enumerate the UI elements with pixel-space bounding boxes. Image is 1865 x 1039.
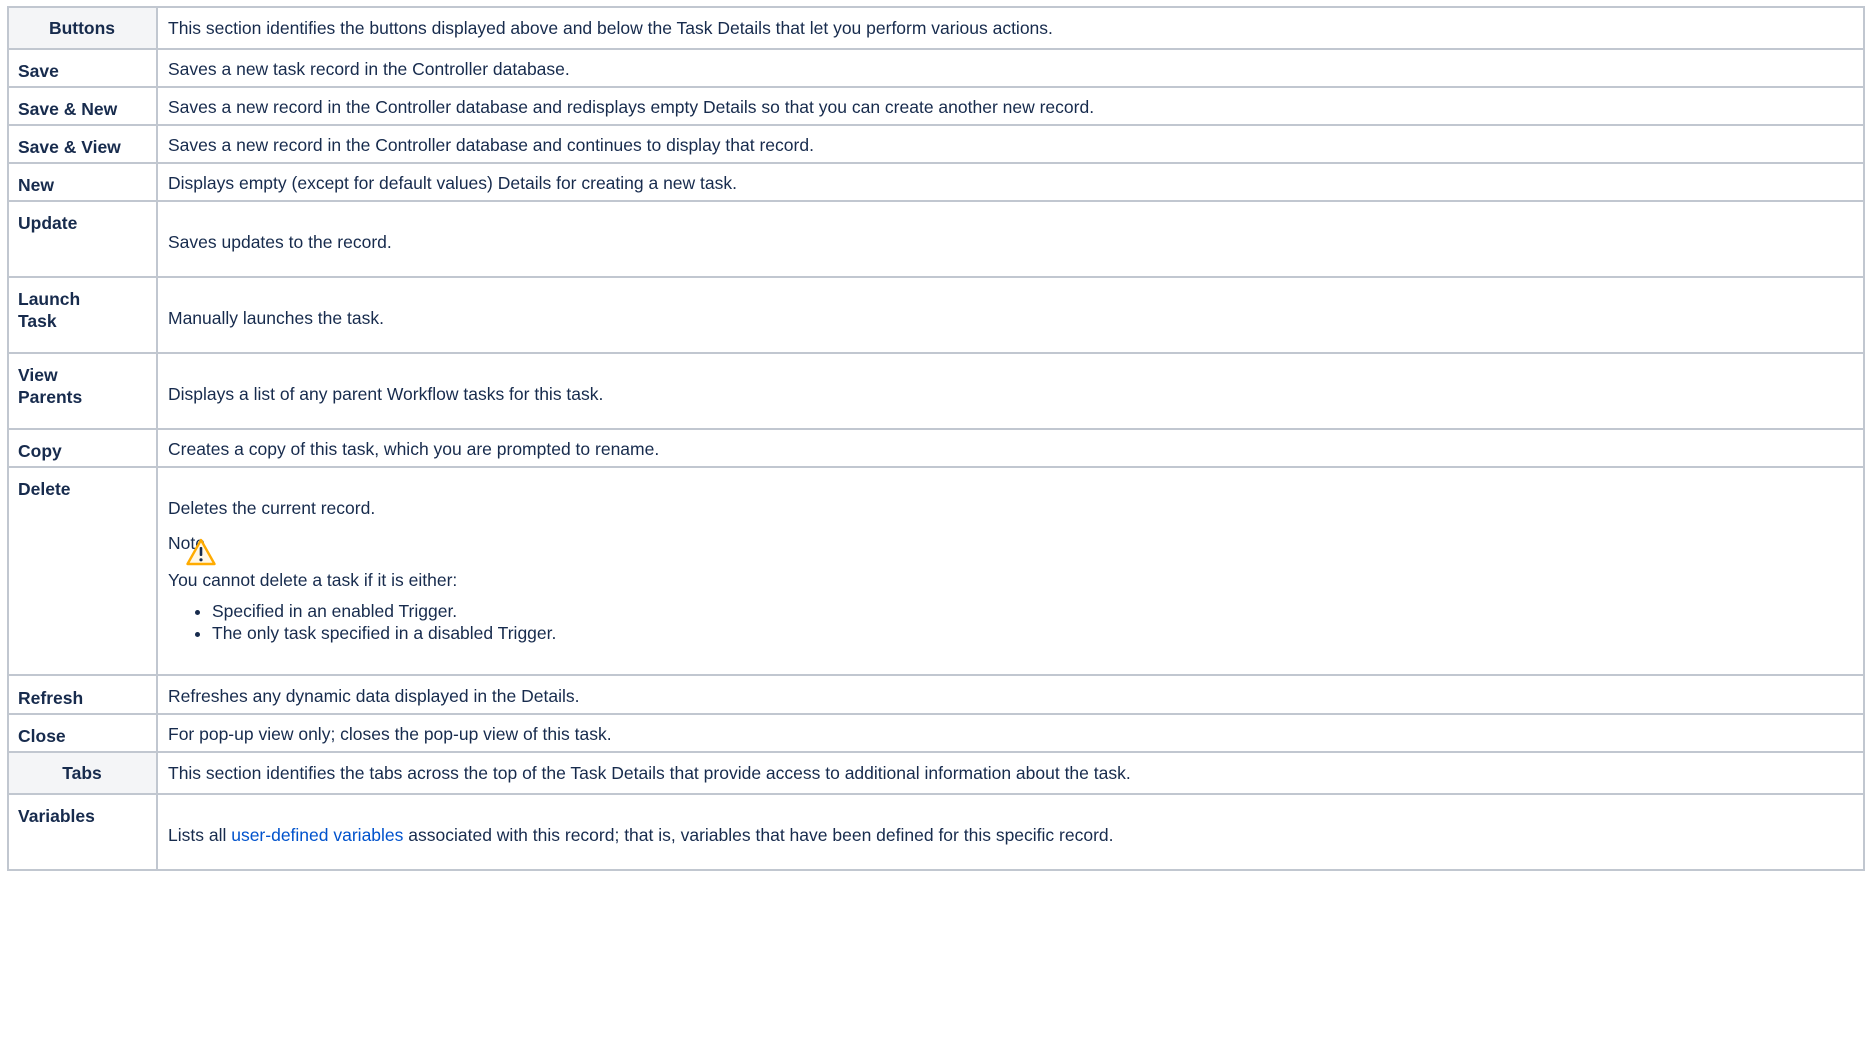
table-row: Save & View Saves a new record in the Co…: [7, 124, 1865, 164]
row-description-text: Creates a copy of this task, which you a…: [168, 439, 660, 459]
section-header-description: This section identifies the tabs across …: [156, 751, 1865, 795]
section-header-buttons: Buttons This section identifies the butt…: [7, 6, 1865, 50]
row-description: Deletes the current record. Note You can…: [156, 466, 1865, 676]
row-description: Saves updates to the record.: [156, 200, 1865, 278]
buttons-tabs-table: Buttons This section identifies the butt…: [7, 6, 1865, 871]
row-label: Update: [7, 200, 158, 278]
row-label-text: Save: [18, 61, 59, 81]
section-header-label: Buttons: [7, 6, 158, 50]
table-row: View Parents Displays a list of any pare…: [7, 352, 1865, 430]
row-label-text: Copy: [18, 441, 62, 461]
row-label-line: Task: [18, 311, 57, 331]
row-description: Displays empty (except for default value…: [156, 162, 1865, 202]
row-description: Saves a new record in the Controller dat…: [156, 86, 1865, 126]
row-label: View Parents: [7, 352, 158, 430]
row-label-text: Refresh: [18, 688, 84, 708]
row-description: Saves a new task record in the Controlle…: [156, 48, 1865, 88]
description-prefix: Lists all: [168, 825, 232, 845]
row-label: Launch Task: [7, 276, 158, 354]
row-description-text: Displays empty (except for default value…: [168, 173, 737, 193]
section-header-description-text: This section identifies the buttons disp…: [168, 18, 1053, 38]
row-label-text: Delete: [18, 479, 71, 499]
table-row: Launch Task Manually launches the task.: [7, 276, 1865, 354]
row-description-text: For pop-up view only; closes the pop-up …: [168, 724, 612, 744]
note-list: Specified in an enabled Trigger. The onl…: [168, 600, 1853, 644]
row-description-text: Deletes the current record.: [168, 498, 376, 518]
row-label-text: New: [18, 175, 54, 195]
row-description: Displays a list of any parent Workflow t…: [156, 352, 1865, 430]
row-description-text: Lists all user-defined variables associa…: [168, 795, 1853, 846]
section-header-tabs: Tabs This section identifies the tabs ac…: [7, 751, 1865, 795]
row-label: Close: [7, 713, 158, 753]
row-label-line: Launch: [18, 289, 81, 309]
row-description: Creates a copy of this task, which you a…: [156, 428, 1865, 468]
row-label-line: Parents: [18, 387, 83, 407]
table-row: New Displays empty (except for default v…: [7, 162, 1865, 202]
table-row: Update Saves updates to the record.: [7, 200, 1865, 278]
list-item: The only task specified in a disabled Tr…: [212, 622, 1853, 644]
row-label-line: View: [18, 365, 58, 385]
table-row: Copy Creates a copy of this task, which …: [7, 428, 1865, 468]
row-label: Variables: [7, 793, 158, 871]
row-label: Delete: [7, 466, 158, 676]
section-header-description: This section identifies the buttons disp…: [156, 6, 1865, 50]
note-title: Note: [168, 533, 205, 553]
row-description-text: Saves a new record in the Controller dat…: [168, 135, 814, 155]
section-header-text: Buttons: [48, 18, 116, 38]
warning-icon: [186, 538, 216, 571]
row-description-text: Saves updates to the record.: [168, 232, 392, 252]
row-label-text: Close: [18, 726, 66, 746]
row-label-text: Launch Task: [18, 278, 146, 352]
row-label-text: Save & View: [18, 137, 121, 157]
row-description: Lists all user-defined variables associa…: [156, 793, 1865, 871]
row-label: Refresh: [7, 674, 158, 715]
row-description: Manually launches the task.: [156, 276, 1865, 354]
list-item: Specified in an enabled Trigger.: [212, 600, 1853, 622]
row-label: New: [7, 162, 158, 202]
row-label-text: Save & New: [18, 99, 118, 119]
row-label: Save & New: [7, 86, 158, 126]
row-description-text: Manually launches the task.: [168, 308, 384, 328]
row-description: Refreshes any dynamic data displayed in …: [156, 674, 1865, 715]
table-row: Variables Lists all user-defined variabl…: [7, 793, 1865, 871]
table-row: Save Saves a new task record in the Cont…: [7, 48, 1865, 88]
row-label: Save & View: [7, 124, 158, 164]
note-text: You cannot delete a task if it is either…: [168, 570, 458, 590]
row-description-text: Displays a list of any parent Workflow t…: [168, 384, 604, 404]
row-label: Save: [7, 48, 158, 88]
section-header-description-text: This section identifies the tabs across …: [168, 763, 1131, 783]
section-header-label: Tabs: [7, 751, 158, 795]
table-row: Delete Deletes the current record. Note …: [7, 466, 1865, 676]
row-description: Saves a new record in the Controller dat…: [156, 124, 1865, 164]
row-description-text: Refreshes any dynamic data displayed in …: [168, 686, 580, 706]
section-header-text: Tabs: [62, 763, 102, 783]
row-label: Copy: [7, 428, 158, 468]
row-label-text: View Parents: [18, 354, 146, 428]
row-label-text: Update: [18, 213, 78, 233]
row-description-text: Saves a new task record in the Controlle…: [168, 59, 570, 79]
user-defined-variables-link[interactable]: user-defined variables: [231, 825, 403, 845]
description-suffix: associated with this record; that is, va…: [403, 825, 1114, 845]
row-label-text: Variables: [18, 806, 95, 826]
table-row: Refresh Refreshes any dynamic data displ…: [7, 674, 1865, 715]
row-description-text: Saves a new record in the Controller dat…: [168, 97, 1095, 117]
row-description: For pop-up view only; closes the pop-up …: [156, 713, 1865, 753]
table-row: Save & New Saves a new record in the Con…: [7, 86, 1865, 126]
table-row: Close For pop-up view only; closes the p…: [7, 713, 1865, 753]
row-description-block: Deletes the current record. Note You can…: [168, 468, 1853, 644]
